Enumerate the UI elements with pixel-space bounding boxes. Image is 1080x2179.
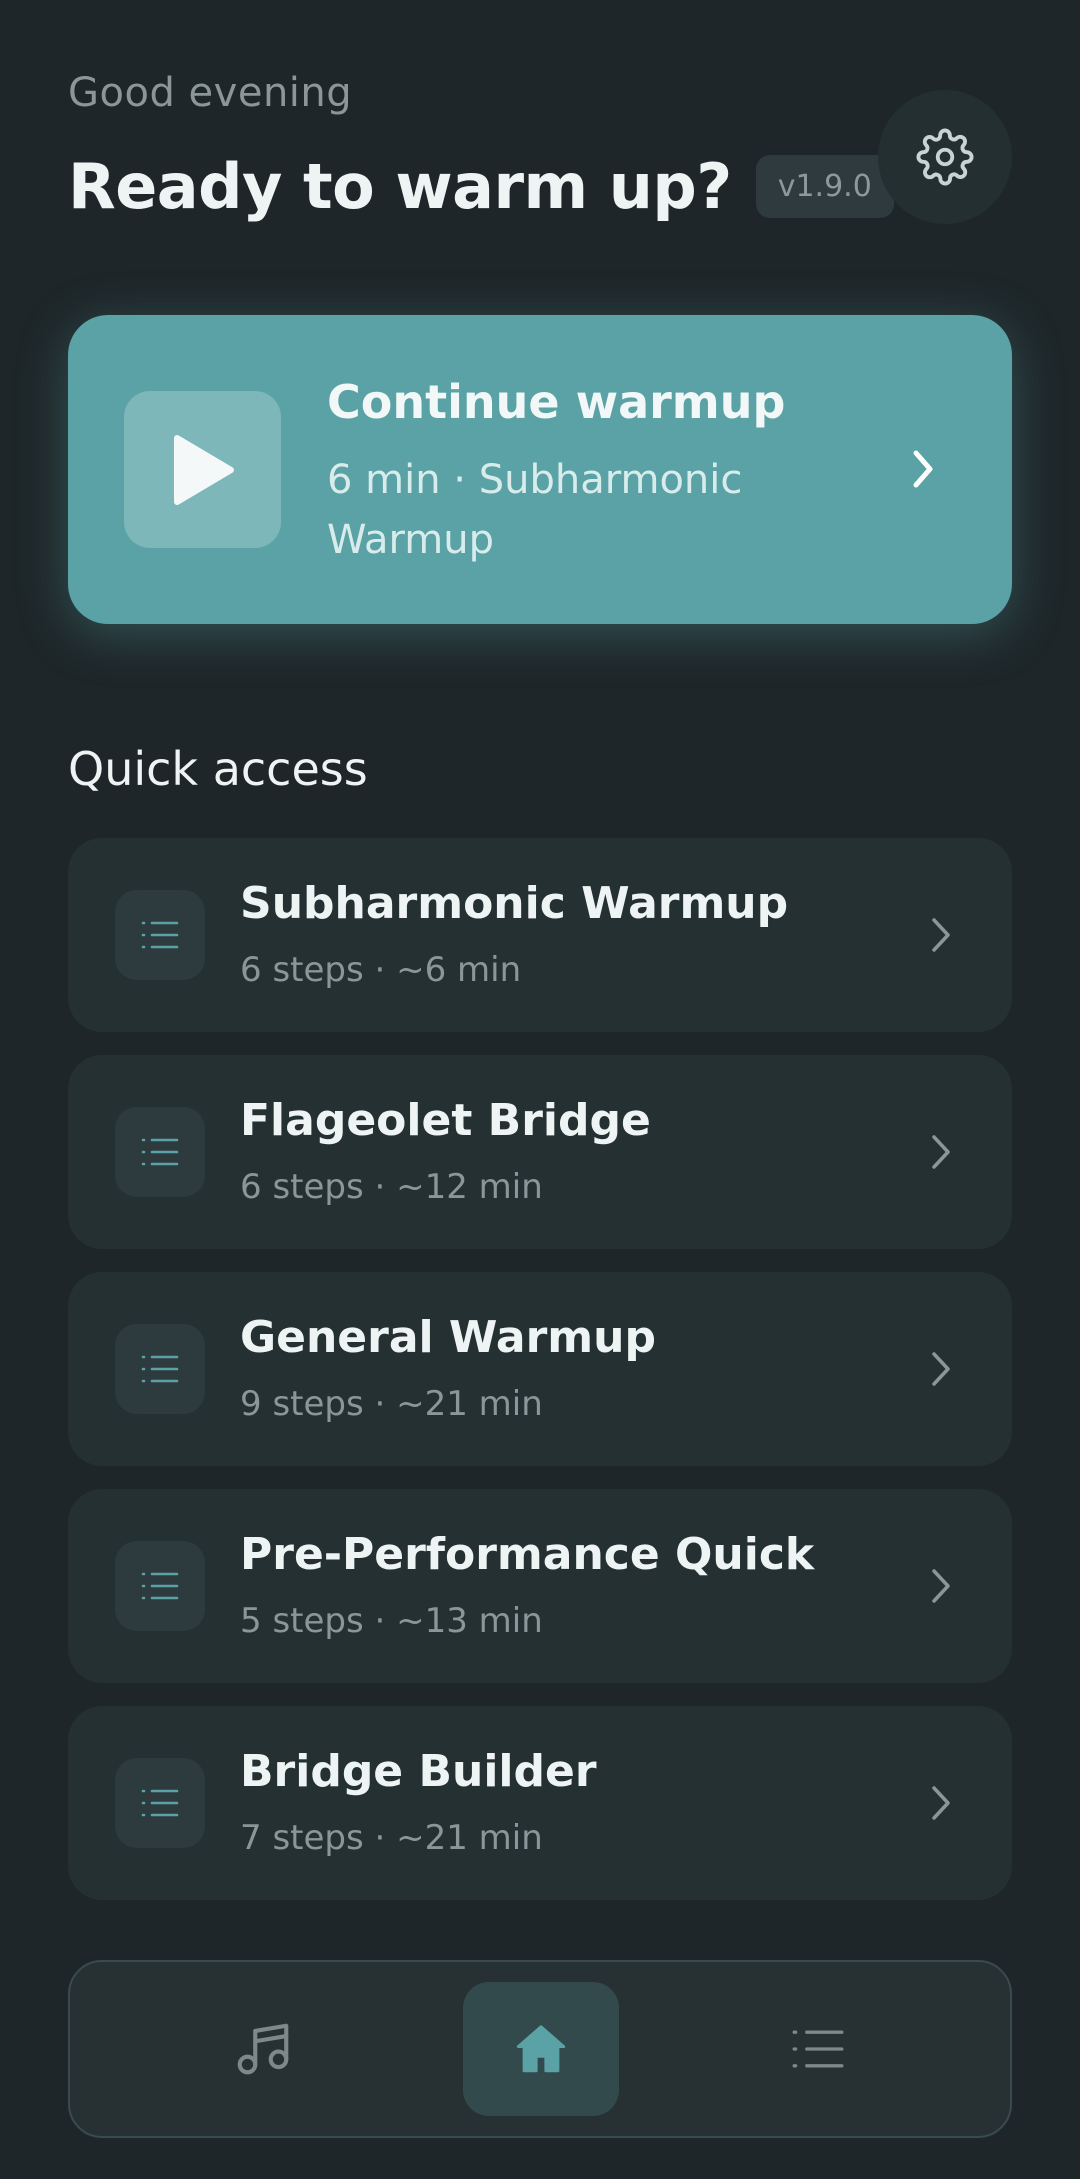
continue-title: Continue warmup	[327, 375, 786, 429]
chevron-right-icon	[932, 1352, 950, 1386]
list-icon	[141, 1138, 179, 1166]
chevron-right-icon	[932, 1786, 950, 1820]
list-icon	[141, 1572, 179, 1600]
nav-home[interactable]	[463, 1982, 619, 2116]
title-row: Ready to warm up? v1.9.0	[68, 150, 894, 223]
item-title: Bridge Builder	[240, 1746, 597, 1797]
item-meta: 9 steps · ~21 min	[240, 1384, 543, 1424]
list-item[interactable]: General Warmup 9 steps · ~21 min	[68, 1272, 1012, 1466]
home-icon	[516, 2025, 566, 2073]
list-icon	[141, 1789, 179, 1817]
list-icon	[141, 1355, 179, 1383]
continue-subtitle: 6 min · Subharmonic Warmup	[327, 457, 743, 563]
routine-icon-box	[115, 890, 205, 980]
nav-routines[interactable]	[740, 1982, 896, 2116]
list-item[interactable]: Flageolet Bridge 6 steps · ~12 min	[68, 1055, 1012, 1249]
routine-icon-box	[115, 1541, 205, 1631]
quick-access-heading: Quick access	[68, 742, 368, 796]
chevron-right-icon	[932, 1135, 950, 1169]
item-meta: 6 steps · ~12 min	[240, 1167, 543, 1207]
list-item[interactable]: Pre-Performance Quick 5 steps · ~13 min	[68, 1489, 1012, 1683]
list-item[interactable]: Bridge Builder 7 steps · ~21 min	[68, 1706, 1012, 1900]
item-title: Flageolet Bridge	[240, 1095, 651, 1146]
item-title: Pre-Performance Quick	[240, 1529, 815, 1580]
play-button[interactable]	[124, 391, 281, 548]
play-icon	[173, 434, 234, 505]
routine-icon-box	[115, 1107, 205, 1197]
item-meta: 6 steps · ~6 min	[240, 950, 522, 990]
list-item[interactable]: Subharmonic Warmup 6 steps · ~6 min	[68, 838, 1012, 1032]
chevron-right-icon	[932, 1569, 950, 1603]
nav-music[interactable]	[185, 1982, 341, 2116]
item-title: Subharmonic Warmup	[240, 878, 789, 929]
continue-warmup-card[interactable]: Continue warmup 6 min · Subharmonic Warm…	[68, 315, 1012, 624]
quick-access-list: Subharmonic Warmup 6 steps · ~6 min Flag…	[68, 838, 1012, 1923]
chevron-right-icon	[932, 918, 950, 952]
list-icon	[141, 921, 179, 949]
page-title: Ready to warm up?	[68, 150, 732, 223]
routine-icon-box	[115, 1758, 205, 1848]
settings-button[interactable]	[878, 90, 1012, 224]
version-badge: v1.9.0	[755, 155, 894, 218]
list-icon	[792, 2030, 844, 2068]
music-note-icon	[237, 2023, 289, 2075]
routine-icon-box	[115, 1324, 205, 1414]
item-title: General Warmup	[240, 1312, 656, 1363]
item-meta: 5 steps · ~13 min	[240, 1601, 543, 1641]
greeting-text: Good evening	[68, 70, 353, 116]
bottom-nav	[68, 1960, 1012, 2138]
item-meta: 7 steps · ~21 min	[240, 1818, 543, 1858]
gear-icon	[916, 128, 974, 186]
chevron-right-icon	[913, 450, 933, 488]
